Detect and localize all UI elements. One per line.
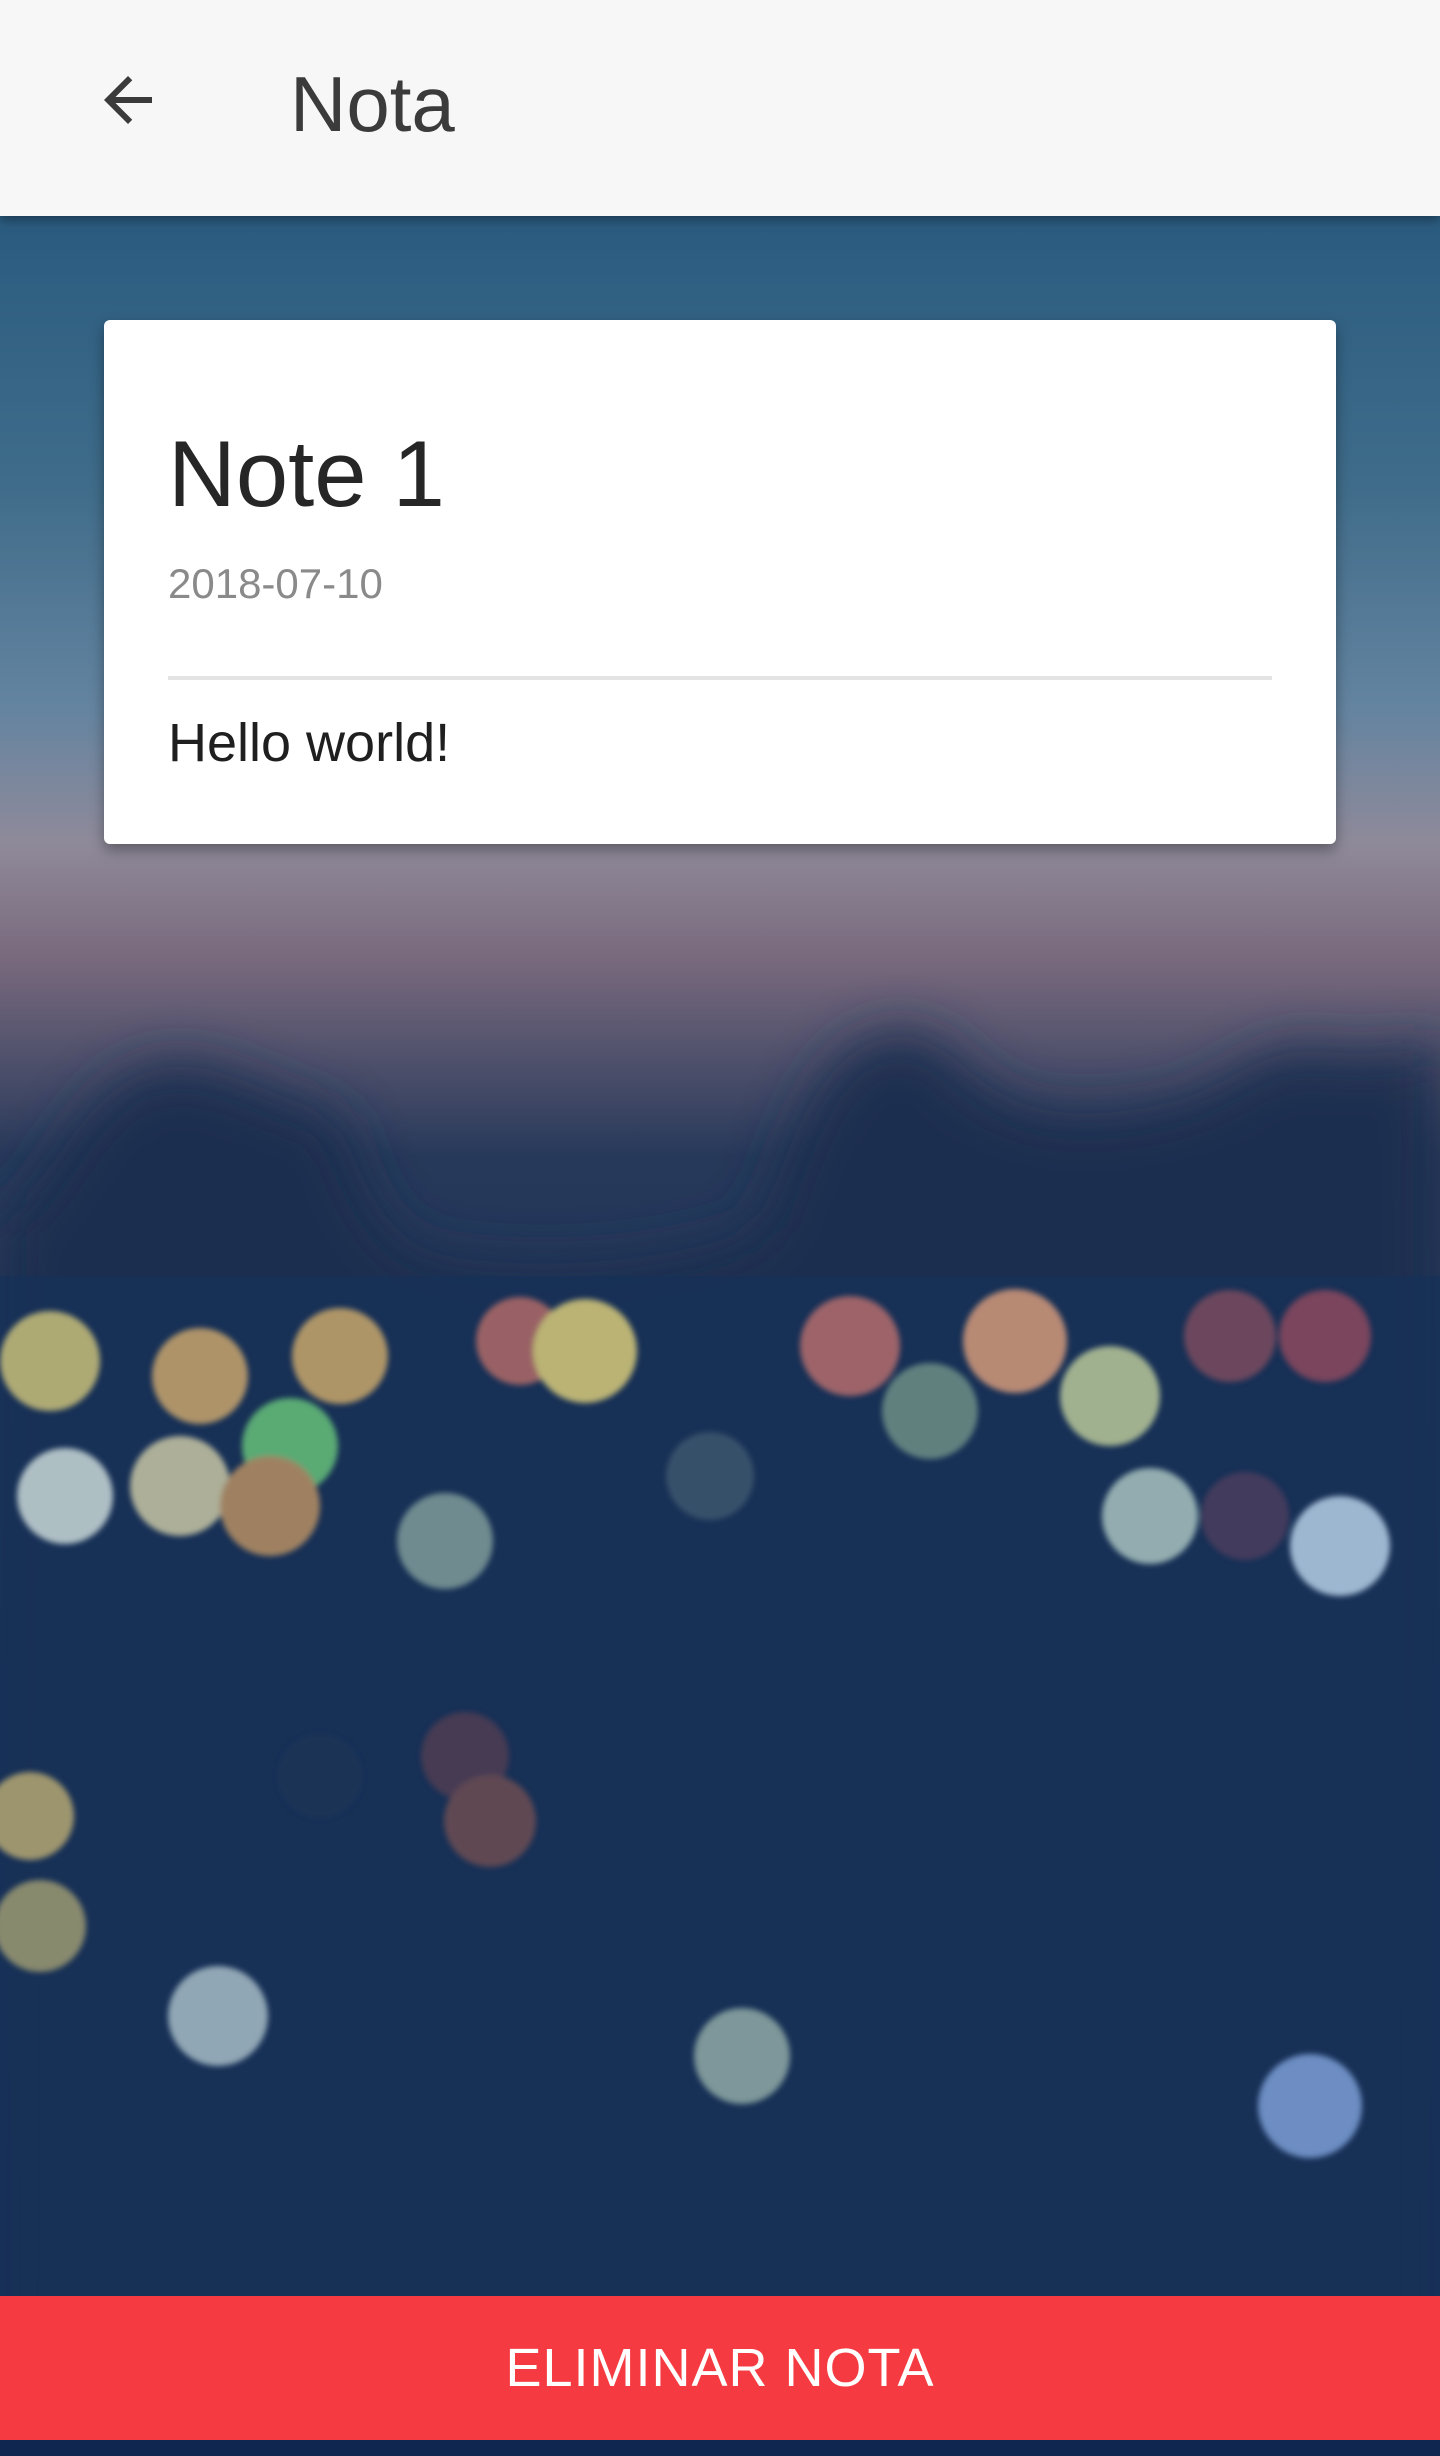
- arrow-left-icon: [104, 76, 152, 124]
- back-button[interactable]: [76, 48, 180, 152]
- note-date: 2018-07-10: [168, 560, 383, 607]
- app-bar: Nota: [0, 0, 1440, 216]
- delete-note-button[interactable]: ELIMINAR NOTA: [0, 2296, 1440, 2440]
- divider: [168, 676, 1272, 680]
- note-title: Note 1: [168, 421, 445, 526]
- note-body: Hello world!: [168, 713, 451, 773]
- note-card: Note 1 2018-07-10 Hello world!: [104, 320, 1336, 844]
- bottom-strip: [0, 2440, 1440, 2456]
- page-title: Nota: [290, 60, 455, 148]
